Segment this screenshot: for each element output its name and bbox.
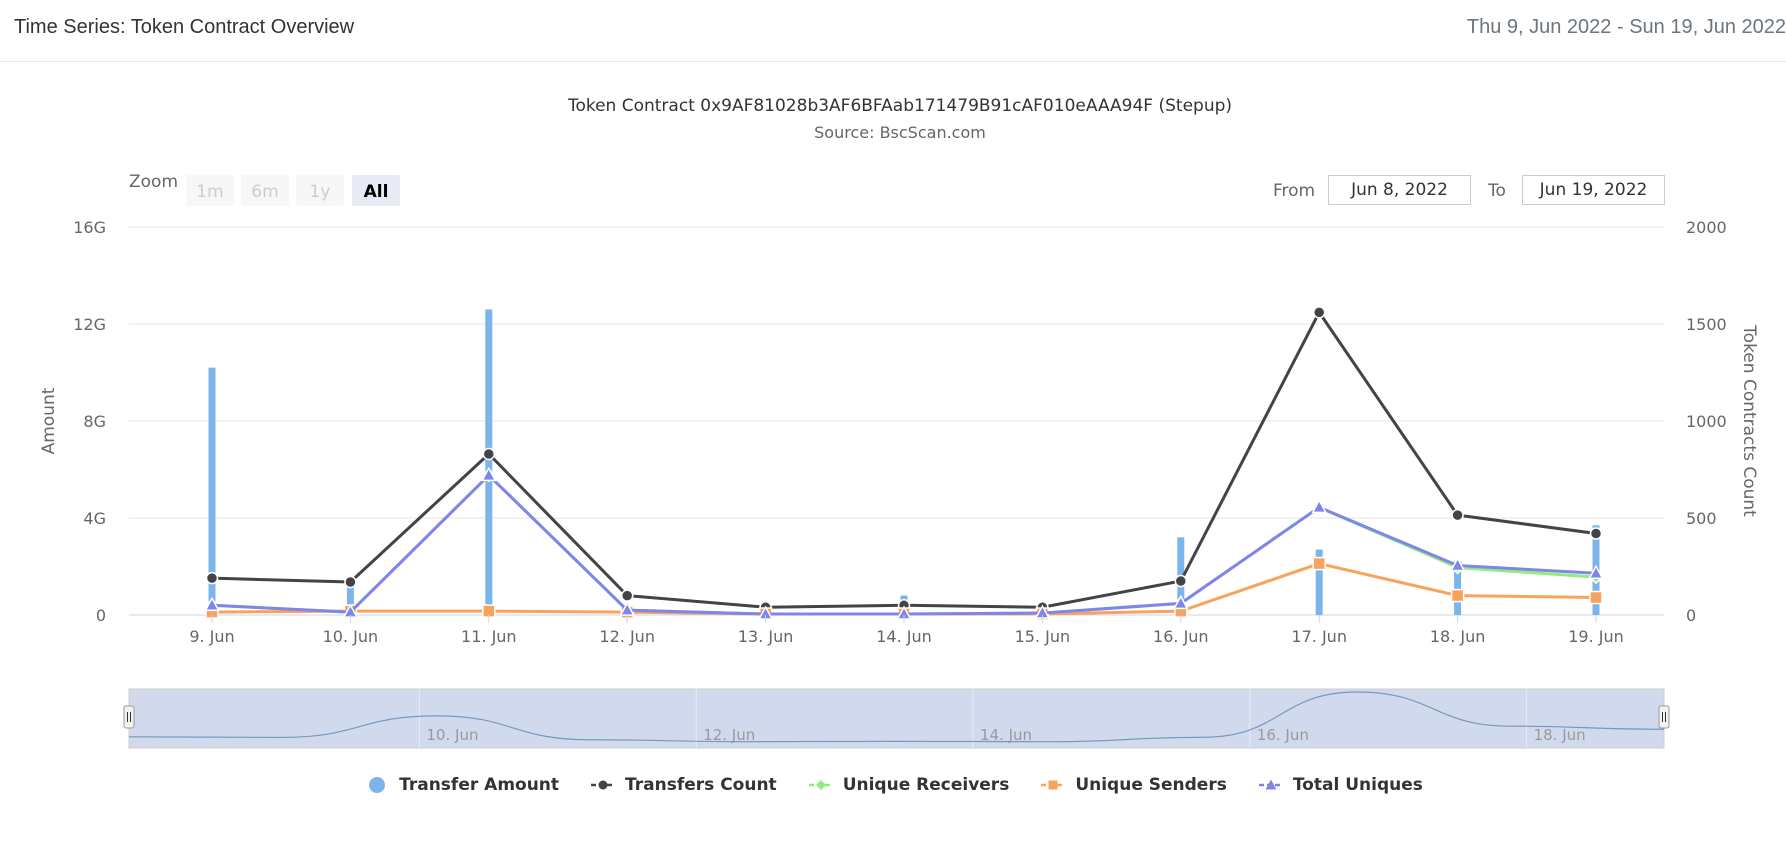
navigator-mask [128,688,1665,749]
transfer-amount-legend-symbol [369,777,386,793]
transfers-count-point [344,575,357,589]
navigator[interactable]: 10. Jun 12. Jun 14. Jun 16. Jun 18. Jun [123,688,1670,749]
series-lines [204,306,1604,622]
transfers-count-line [211,310,1597,609]
y-left-tick-label: 8G [83,412,106,431]
x-tick-label: 16. Jun [1153,627,1209,646]
chart: Token Contract 0x9AF81028b3AF6BFAab17147… [39,96,1759,749]
legend-label: Unique Receivers [842,775,1010,795]
y-right-axis: 0 500 1000 1500 2000 [1686,218,1727,625]
y-left-tick-label: 12G [73,315,106,334]
unique-senders-point [1312,556,1326,571]
zoom-button-6m[interactable]: 6m [241,175,289,206]
legend-item-transfers-count[interactable]: Transfers Count [589,775,777,795]
to-label: To [1488,181,1506,201]
y-right-tick-label: 1500 [1686,315,1727,334]
transfers-count-point [1312,306,1326,319]
transfers-count-point [620,589,634,602]
x-tick-label: 17. Jun [1291,627,1347,646]
transfers-count-point [1174,574,1188,588]
x-tick-label: 15. Jun [1015,627,1071,646]
zoom-button-label: All [364,182,389,202]
transfers-count-point [1451,508,1464,522]
transfers-count-series [205,306,1603,614]
unique-senders-legend-symbol [1041,780,1066,790]
y-left-tick-label: 16G [73,218,106,237]
unique-senders-point [1589,590,1603,605]
unique-receivers-legend-symbol [808,780,833,790]
zoom-button-label: 1y [310,182,331,202]
zoom-label: Zoom [129,172,178,192]
zoom-buttons: 1m 6m 1y All [186,175,400,206]
zoom-button-label: 6m [251,182,278,202]
legend-label: Total Uniques [1292,775,1423,795]
navigator-tick-label: 16. Jun [1257,726,1309,744]
transfers-count-point [205,571,219,585]
date-range: Thu 9, Jun 2022 - Sun 19, Jun 2022 [1466,16,1786,38]
navigator-tick-label: 18. Jun [1534,726,1586,744]
legend-item-unique-receivers[interactable]: Unique Receivers [807,775,1010,795]
x-tick-label: 9. Jun [189,627,234,646]
transfer-amount-bar [485,309,493,615]
from-date-input[interactable]: Jun 8, 2022 [1328,175,1471,205]
unique-senders-point [1450,588,1465,603]
transfer-amount-bars [208,309,1600,615]
transfers-count-point [482,447,496,461]
navigator-handle-left[interactable] [123,705,135,729]
y-left-tick-label: 0 [96,606,106,625]
legend-label: Transfers Count [625,775,777,795]
chart-title: Token Contract 0x9AF81028b3AF6BFAab17147… [567,96,1232,116]
zoom-button-1y[interactable]: 1y [296,175,344,206]
y-left-tick-label: 4G [83,509,106,528]
x-tick-label: 10. Jun [323,627,379,646]
y-left-axis: 0 4G 8G 12G 16G [73,218,106,625]
y-right-tick-label: 500 [1686,509,1717,528]
y-right-tick-label: 1000 [1686,412,1727,431]
total-uniques-legend-symbol [1258,779,1283,790]
navigator-handle-right[interactable] [1658,705,1670,729]
y-left-axis-title: Amount [39,387,59,454]
legend-item-transfer-amount[interactable]: Transfer Amount [363,775,559,795]
y-right-tick-label: 2000 [1686,218,1727,237]
legend: Transfer Amount Transfers Count Unique Rec… [0,772,1786,798]
from-label: From [1273,181,1316,201]
x-tick-label: 18. Jun [1430,627,1486,646]
y-right-axis-title: Token Contracts Count [1739,324,1759,517]
navigator-tick-label: 10. Jun [426,726,478,744]
legend-label: Transfer Amount [399,775,560,795]
zoom-button-label: 1m [196,182,223,202]
chart-subtitle: Source: BscScan.com [814,123,986,142]
x-tick-label: 14. Jun [876,627,932,646]
x-tick-label: 12. Jun [599,627,655,646]
legend-item-total-uniques[interactable]: Total Uniques [1257,775,1423,795]
x-tick-label: 13. Jun [738,627,794,646]
y-right-tick-label: 0 [1686,606,1696,625]
x-tick-label: 19. Jun [1568,627,1624,646]
page-title: Time Series: Token Contract Overview [14,16,355,38]
total-uniques-line [211,473,1597,616]
page-header: Time Series: Token Contract Overview Thu… [0,0,1786,62]
legend-label: Unique Senders [1075,775,1227,795]
to-date-input[interactable]: Jun 19, 2022 [1522,175,1665,205]
transfers-count-point [1589,527,1603,540]
zoom-button-all[interactable]: All [352,175,400,206]
x-tick-label: 11. Jun [461,627,517,646]
zoom-button-1m[interactable]: 1m [186,175,234,206]
transfers-count-legend-symbol [591,780,616,790]
legend-item-unique-senders[interactable]: Unique Senders [1039,775,1227,795]
